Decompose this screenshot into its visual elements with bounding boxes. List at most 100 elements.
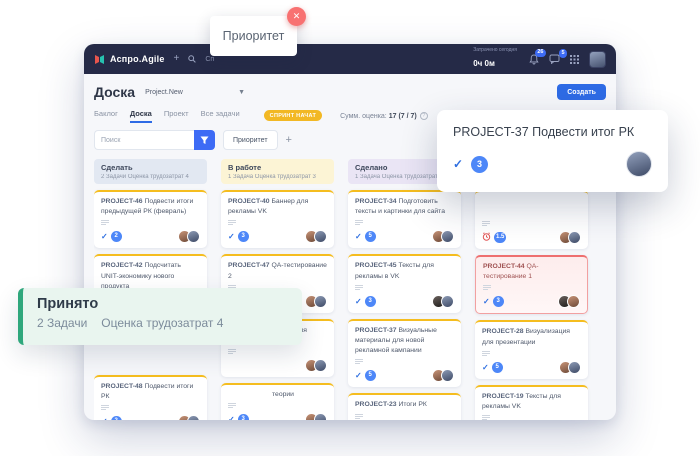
description-icon: [355, 285, 363, 290]
task-id: PROJECT-19: [482, 393, 525, 400]
task-card-footer: ✓2: [101, 415, 200, 420]
search-icon[interactable]: [188, 55, 196, 63]
create-button[interactable]: Создать: [557, 84, 606, 100]
estimate-badge: 3: [471, 156, 488, 173]
priority-tooltip-label: Приоритет: [223, 29, 285, 43]
avatar: [568, 231, 581, 244]
task-card[interactable]: 1.5: [475, 190, 588, 249]
close-icon[interactable]: ✕: [287, 7, 306, 26]
estimate-badge: 2: [111, 231, 122, 242]
description-icon: [482, 351, 490, 356]
priority-tooltip: Приоритет ✕: [210, 16, 297, 56]
assignee-avatars: [436, 230, 454, 243]
assignee-avatars: [182, 415, 200, 420]
deadline-clock-icon: [482, 232, 491, 243]
accepted-title: Принято: [37, 296, 288, 312]
check-icon: ✓: [101, 232, 108, 241]
task-title: PROJECT-44 QA-тестирование 1: [483, 262, 580, 282]
priority-filter-button[interactable]: Приоритет: [223, 130, 278, 150]
avatar: [314, 359, 327, 372]
time-tracker-label: Затрачено сегодня: [473, 47, 517, 53]
task-card[interactable]: PROJECT-34 Подготовить тексты и картинки…: [348, 190, 461, 248]
assignee-avatars: [309, 413, 327, 420]
task-id: PROJECT-44: [483, 263, 526, 270]
task-card[interactable]: теории✓3: [221, 383, 334, 420]
task-preview-popup[interactable]: PROJECT-37 Подвести итог РК ✓ 3: [437, 110, 668, 192]
task-card[interactable]: PROJECT-44 QA-тестирование 1 ✓3: [475, 255, 588, 314]
task-card[interactable]: PROJECT-37 Визуальные материалы для ново…: [348, 319, 461, 388]
tab-Все задачи[interactable]: Все задачи: [201, 109, 240, 123]
task-id: PROJECT-48: [101, 383, 144, 390]
description-icon: [101, 220, 109, 225]
topbar-nav-truncated[interactable]: Сп: [205, 56, 214, 63]
column-subtitle: 2 Задачи Оценка трудозатрат 4: [101, 174, 200, 180]
task-card[interactable]: PROJECT-23 Итоги РК✓5: [348, 393, 461, 420]
time-tracker: Затрачено сегодня 0ч 0м: [473, 47, 517, 71]
task-card[interactable]: PROJECT-28 Визуализация для презентации✓…: [475, 320, 588, 378]
avatar: [314, 230, 327, 243]
brand: Аспро.Agile: [94, 54, 165, 65]
avatar: [187, 230, 200, 243]
task-card-footer: ✓5: [355, 369, 454, 382]
task-card-footer: 1.5: [482, 231, 581, 244]
project-select[interactable]: Project.New ▼: [145, 89, 245, 96]
kanban-column: 1.5PROJECT-44 QA-тестирование 1✓3PROJECT…: [475, 159, 588, 420]
sprint-summary: Сумм. оценка: 17 (7 / 7)?: [340, 112, 428, 120]
task-card-footer: ✓2: [101, 230, 200, 243]
task-card-footer: [228, 359, 327, 372]
task-card[interactable]: PROJECT-45 Тексты для рекламы в VK✓3: [348, 254, 461, 312]
time-tracker-value: 0ч 0м: [473, 59, 495, 68]
tab-Баклог[interactable]: Баклог: [94, 109, 118, 123]
avatar: [314, 413, 327, 420]
task-card[interactable]: PROJECT-48 Подвести итоги РК✓2: [94, 375, 207, 420]
check-icon: ✓: [228, 232, 235, 241]
task-card-footer: ✓3: [483, 295, 580, 308]
task-card-footer: ✓3: [228, 230, 327, 243]
check-icon: ✓: [453, 157, 463, 171]
task-id: PROJECT-40: [228, 198, 271, 205]
task-id: PROJECT-45: [355, 262, 398, 269]
add-filter-button[interactable]: +: [286, 134, 292, 146]
task-title: PROJECT-40 Баннер для рекламы VK: [228, 197, 327, 217]
assignee-avatars: [563, 361, 581, 374]
estimate-badge: 2: [111, 416, 122, 420]
estimate-badge: 3: [238, 231, 249, 242]
task-card-footer: ✓3: [228, 413, 327, 420]
filter-button[interactable]: [194, 130, 215, 150]
add-icon[interactable]: +: [174, 54, 180, 64]
task-title: PROJECT-19 Тексты для рекламы VK: [482, 392, 581, 412]
page-title: Доска: [94, 84, 135, 100]
messages-count-badge: 5: [559, 49, 567, 58]
sprint-summary-value: 17 (7 / 7): [389, 112, 417, 119]
user-avatar[interactable]: [589, 51, 606, 68]
task-id: PROJECT-34: [355, 198, 398, 205]
assignee-avatars: [309, 230, 327, 243]
tab-Доска[interactable]: Доска: [130, 109, 152, 123]
assignee-avatars: [562, 295, 580, 308]
column-header: Сделать2 Задачи Оценка трудозатрат 4: [94, 159, 207, 184]
task-card[interactable]: PROJECT-46 Подвести итоги предыдущей РК …: [94, 190, 207, 248]
notifications-button[interactable]: 26: [529, 54, 539, 65]
check-icon: ✓: [483, 297, 490, 306]
task-title: PROJECT-46 Подвести итоги предыдущей РК …: [101, 197, 200, 217]
search-input[interactable]: [94, 130, 194, 150]
kanban-column: Сделано1 Задача Оценка трудозатратPROJEC…: [348, 159, 461, 420]
description-icon: [228, 220, 236, 225]
task-card-footer: ✓3: [355, 295, 454, 308]
description-icon: [483, 285, 491, 290]
apps-grid-icon[interactable]: [570, 55, 579, 64]
description-icon: [355, 414, 363, 419]
check-icon: ✓: [482, 363, 489, 372]
check-icon: ✓: [355, 371, 362, 380]
topbar: Аспро.Agile + Сп Затрачено сегодня 0ч 0м…: [84, 44, 616, 74]
task-card[interactable]: PROJECT-19 Тексты для рекламы VK✓5: [475, 385, 588, 420]
info-icon[interactable]: ?: [420, 112, 428, 120]
task-title: PROJECT-47 QA-тестирование 2: [228, 261, 327, 281]
tab-Проект[interactable]: Проект: [164, 109, 189, 123]
messages-button[interactable]: 5: [549, 54, 560, 64]
column-subtitle: 1 Задача Оценка трудозатрат 3: [228, 174, 327, 180]
sprint-status-badge: СПРИНТ НАЧАТ: [264, 110, 322, 121]
task-card[interactable]: PROJECT-40 Баннер для рекламы VK ✓3: [221, 190, 334, 248]
estimate-badge: 3: [238, 414, 249, 420]
estimate-badge: 1.5: [494, 232, 506, 243]
